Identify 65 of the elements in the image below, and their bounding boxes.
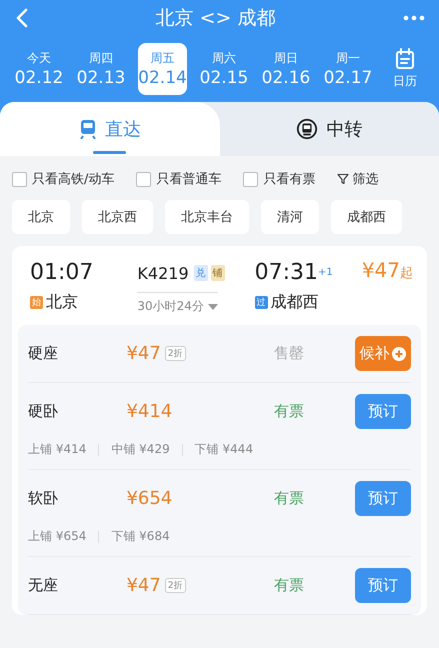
filter-checkbox[interactable]: 只看有票 [243,170,316,188]
station-chip[interactable]: 清河 [261,200,319,234]
arrive-station: 成都西 [270,292,319,313]
date-tab[interactable]: 周五 02.14 [138,43,187,95]
pass-tag: 过 [254,296,268,309]
station-chip[interactable]: 北京 [12,200,70,234]
depart-station: 北京 [46,292,78,313]
date-tab[interactable]: 周六 02.15 [193,43,255,95]
back-icon [16,8,28,28]
date-tab[interactable]: 今天 02.12 [8,43,70,95]
availability-text: 有票 [274,402,306,421]
more-button[interactable] [402,15,425,21]
seat-price: ¥47 [126,343,161,364]
back-button[interactable] [16,8,28,28]
more-icon [402,15,425,21]
book-button[interactable]: 预订 [354,394,411,429]
train-badge: 兑 [194,265,208,281]
berth-price: 下铺 ¥444 [194,441,254,458]
seat-type: 软卧 [28,489,59,508]
arrive-time: 07:31 [254,260,318,285]
discount-tag: 2折 [164,346,186,361]
berth-price: 中铺 ¥429 [111,441,170,458]
station-chip[interactable]: 成都西 [331,200,402,234]
train-icon [78,119,97,139]
start-tag: 始 [30,296,43,309]
tab[interactable]: 直达 [0,102,220,156]
calendar-button[interactable]: 日历 [393,48,417,90]
availability-text: 有票 [274,489,306,508]
plus-circle-icon [392,346,406,360]
min-price: ¥47 [362,258,400,282]
station-chip[interactable]: 北京丰台 [165,200,249,234]
date-tab[interactable]: 周四 02.13 [70,43,132,95]
seat-type: 硬卧 [28,402,59,421]
date-tab[interactable]: 周日 02.16 [255,43,317,95]
book-button[interactable]: 预订 [354,568,411,603]
book-button[interactable]: 预订 [354,481,411,516]
seat-price: ¥654 [126,488,172,509]
caret-icon [208,304,218,310]
seat-price: ¥47 [126,575,161,596]
waitlist-button[interactable]: 候补 [354,336,411,371]
price-suffix: 起 [400,266,413,281]
station-chip[interactable]: 北京西 [82,200,153,234]
discount-tag: 2折 [164,578,186,593]
train-circle-icon [296,118,318,140]
duration-toggle[interactable]: 30小时24分 [137,292,218,315]
seat-type: 硬座 [28,344,59,363]
filter-checkbox[interactable]: 只看普通车 [136,170,222,188]
page-title: 北京 <> 成都 [156,6,276,31]
tab[interactable]: 中转 [220,102,439,156]
filter-checkbox[interactable]: 只看高铁/动车 [12,170,114,188]
berth-price: 上铺 ¥654 [28,528,86,545]
filter-button[interactable]: 筛选 [337,170,378,188]
day-offset: +1 [318,267,333,278]
funnel-icon [337,173,350,185]
berth-price: 上铺 ¥414 [28,441,86,458]
date-tab[interactable]: 周一 02.17 [317,43,379,95]
calendar-icon [395,48,415,70]
berth-price: 下铺 ¥684 [111,528,170,545]
depart-time: 01:07 [30,259,94,287]
seat-price: ¥414 [126,401,172,422]
train-badge: 铺 [210,265,225,281]
seat-type: 无座 [28,576,59,595]
train-number: K4219 [137,264,189,282]
availability-text: 有票 [274,576,306,595]
availability-text: 售罄 [274,344,306,363]
